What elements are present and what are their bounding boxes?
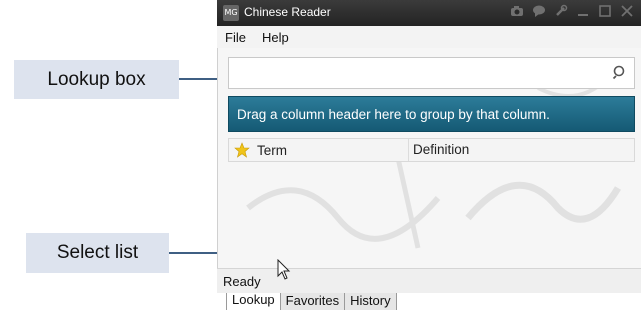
- callout-lookup-box: Lookup box: [14, 60, 179, 99]
- callout-select-list-line: [169, 252, 224, 254]
- star-icon: [234, 142, 250, 158]
- menu-file[interactable]: File: [217, 30, 254, 45]
- main-content: Drag a column header here to group by th…: [217, 48, 641, 310]
- camera-icon[interactable]: [509, 4, 525, 20]
- callout-select-list-label: Select list: [56, 242, 139, 263]
- maximize-icon[interactable]: [597, 4, 613, 20]
- app-window: MG Chinese Reader File Help Drag a colum…: [217, 0, 641, 310]
- minimize-icon[interactable]: [575, 4, 591, 20]
- wrench-icon[interactable]: [553, 4, 569, 20]
- callout-select-list: Select list: [26, 233, 169, 273]
- chat-icon[interactable]: [531, 4, 547, 20]
- group-by-hint: Drag a column header here to group by th…: [237, 106, 550, 122]
- group-by-panel[interactable]: Drag a column header here to group by th…: [228, 96, 635, 132]
- grid-header-row: Term Definition: [228, 138, 635, 162]
- mouse-cursor-icon: [277, 259, 291, 280]
- column-header-definition[interactable]: Definition: [408, 139, 469, 161]
- titlebar-controls: [509, 4, 635, 20]
- callout-lookup-box-label: Lookup box: [47, 68, 146, 90]
- callout-lookup-box-line: [179, 78, 220, 80]
- column-header-term[interactable]: Term: [255, 143, 408, 158]
- window-title: Chinese Reader: [244, 5, 331, 19]
- lookup-box[interactable]: [228, 57, 635, 89]
- search-input[interactable]: [237, 64, 601, 84]
- menubar: File Help: [217, 26, 641, 49]
- search-icon[interactable]: [612, 64, 628, 80]
- favorite-column-header[interactable]: [229, 139, 255, 161]
- app-icon: MG: [223, 5, 239, 21]
- menu-help[interactable]: Help: [254, 30, 297, 45]
- close-icon[interactable]: [619, 4, 635, 20]
- status-text: Ready: [223, 274, 261, 289]
- titlebar: MG Chinese Reader: [217, 0, 641, 26]
